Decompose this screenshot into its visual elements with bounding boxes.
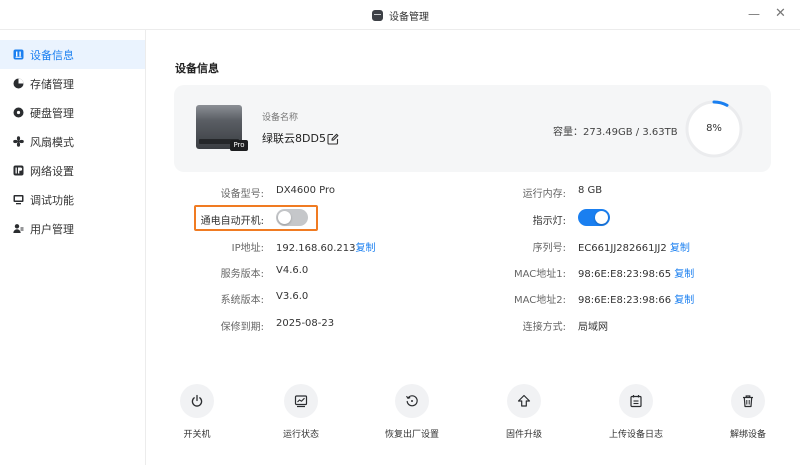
ip-value: 192.168.60.213 (276, 243, 356, 254)
sidebar-item-storage[interactable]: 存储管理 (0, 69, 145, 98)
copy-serial-link[interactable]: 复制 (670, 243, 690, 254)
sidebar-item-users[interactable]: 用户管理 (0, 214, 145, 243)
toggle-knob (278, 211, 291, 224)
ip-icon (13, 165, 24, 176)
app-icon (372, 10, 383, 21)
serial-value-group: EC661JJ282661JJ2 复制 (578, 239, 690, 254)
mac1-value-group: 98:6E:E8:23:98:65 复制 (578, 265, 694, 280)
sidebar-item-debug[interactable]: 调试功能 (0, 185, 145, 214)
usage-percent: 8% (706, 123, 722, 134)
device-info-icon (13, 49, 24, 60)
ip-value-group: 192.168.60.213复制 (276, 239, 376, 254)
window-title-group: 设备管理 (372, 8, 429, 23)
mac1-label: MAC地址1: (513, 269, 566, 280)
upload-log-button[interactable]: 上传设备日志 (596, 384, 676, 440)
sidebar-item-label: 网络设置 (30, 164, 74, 178)
fan-icon (13, 136, 24, 147)
factory-reset-label: 恢复出厂设置 (384, 430, 439, 440)
monitor-icon (13, 194, 24, 205)
serial-label: 序列号: (532, 243, 566, 254)
sidebar-item-label: 硬盘管理 (30, 106, 74, 120)
capacity-label: 容量： (553, 127, 583, 138)
power-icon (180, 384, 214, 418)
indicator-light-toggle[interactable] (578, 209, 610, 226)
copy-mac1-link[interactable]: 复制 (674, 269, 694, 280)
warranty-value: 2025-08-23 (276, 318, 335, 329)
service-version-value: V4.6.0 (276, 265, 309, 276)
system-version-value: V3.6.0 (276, 291, 309, 302)
edit-icon[interactable] (327, 130, 339, 145)
unbind-device-button[interactable]: 解绑设备 (708, 384, 788, 440)
auto-power-on-toggle[interactable] (276, 209, 308, 226)
sidebar-item-network[interactable]: 网络设置 (0, 156, 145, 185)
memory-value: 8 GB (578, 185, 603, 196)
copy-ip-link[interactable]: 复制 (356, 243, 376, 254)
model-value: DX4600 Pro (276, 185, 336, 196)
indicator-light-label: 指示灯: (532, 216, 566, 227)
sidebar-item-label: 存储管理 (30, 77, 74, 91)
section-title: 设备信息 (175, 62, 219, 75)
firmware-upgrade-button[interactable]: 固件升级 (484, 384, 564, 440)
capacity-value: 273.49GB / 3.63TB (583, 127, 678, 138)
users-icon (13, 223, 24, 234)
sidebar-item-label: 设备信息 (30, 48, 74, 62)
toggle-knob (595, 211, 608, 224)
serial-value: EC661JJ282661JJ2 (578, 243, 667, 254)
upgrade-icon (507, 384, 541, 418)
factory-reset-button[interactable]: 恢复出厂设置 (372, 384, 452, 440)
nas-device-image: Pro (196, 105, 248, 151)
sidebar-item-label: 用户管理 (30, 222, 74, 236)
upload-log-label: 上传设备日志 (608, 430, 663, 440)
pie-chart-icon (13, 78, 24, 89)
run-status-button[interactable]: 运行状态 (261, 384, 341, 440)
power-button-label: 开关机 (183, 430, 211, 440)
window-title: 设备管理 (389, 12, 429, 23)
mac1-value: 98:6E:E8:23:98:65 (578, 269, 672, 280)
ip-label: IP地址: (231, 243, 264, 254)
sidebar-item-label: 风扇模式 (30, 135, 74, 149)
title-bar: 设备管理 — ✕ (0, 0, 800, 30)
mac2-value-group: 98:6E:E8:23:98:66 复制 (578, 291, 694, 306)
memory-label: 运行内存: (522, 189, 566, 200)
minimize-icon[interactable]: — (748, 7, 760, 21)
auto-power-on-label: 通电自动开机: (200, 216, 264, 227)
connection-label: 连接方式: (522, 322, 566, 333)
connection-value: 局域网 (578, 322, 608, 333)
mac2-label: MAC地址2: (513, 295, 566, 306)
pro-badge: Pro (230, 140, 248, 151)
close-icon[interactable]: ✕ (775, 7, 786, 21)
disk-icon (13, 107, 24, 118)
firmware-upgrade-label: 固件升级 (505, 430, 542, 440)
mac2-value: 98:6E:E8:23:98:66 (578, 295, 672, 306)
sidebar: 设备信息 存储管理 硬盘管理 风扇模式 网络设置 调试功能 用户管理 (0, 30, 146, 465)
run-status-label: 运行状态 (282, 430, 319, 440)
capacity-info: 容量：273.49GB / 3.63TB (553, 123, 678, 138)
model-label: 设备型号: (220, 189, 264, 200)
unbind-device-label: 解绑设备 (729, 430, 766, 440)
device-card: Pro 设备名称 绿联云8DD5 容量：273.49GB / 3.63TB 8% (174, 85, 771, 172)
trash-icon (731, 384, 765, 418)
power-button[interactable]: 开关机 (157, 384, 237, 440)
restore-icon (395, 384, 429, 418)
copy-mac2-link[interactable]: 复制 (674, 295, 694, 306)
service-version-label: 服务版本: (220, 269, 264, 280)
sidebar-item-label: 调试功能 (30, 193, 74, 207)
sidebar-item-fan[interactable]: 风扇模式 (0, 127, 145, 156)
system-version-label: 系统版本: (220, 295, 264, 306)
device-name: 绿联云8DD5 (262, 132, 326, 145)
activity-icon (284, 384, 318, 418)
sidebar-item-disk[interactable]: 硬盘管理 (0, 98, 145, 127)
warranty-label: 保修到期: (220, 322, 264, 333)
sidebar-item-device-info[interactable]: 设备信息 (0, 40, 145, 69)
device-name-label: 设备名称 (262, 113, 299, 123)
log-icon (619, 384, 653, 418)
